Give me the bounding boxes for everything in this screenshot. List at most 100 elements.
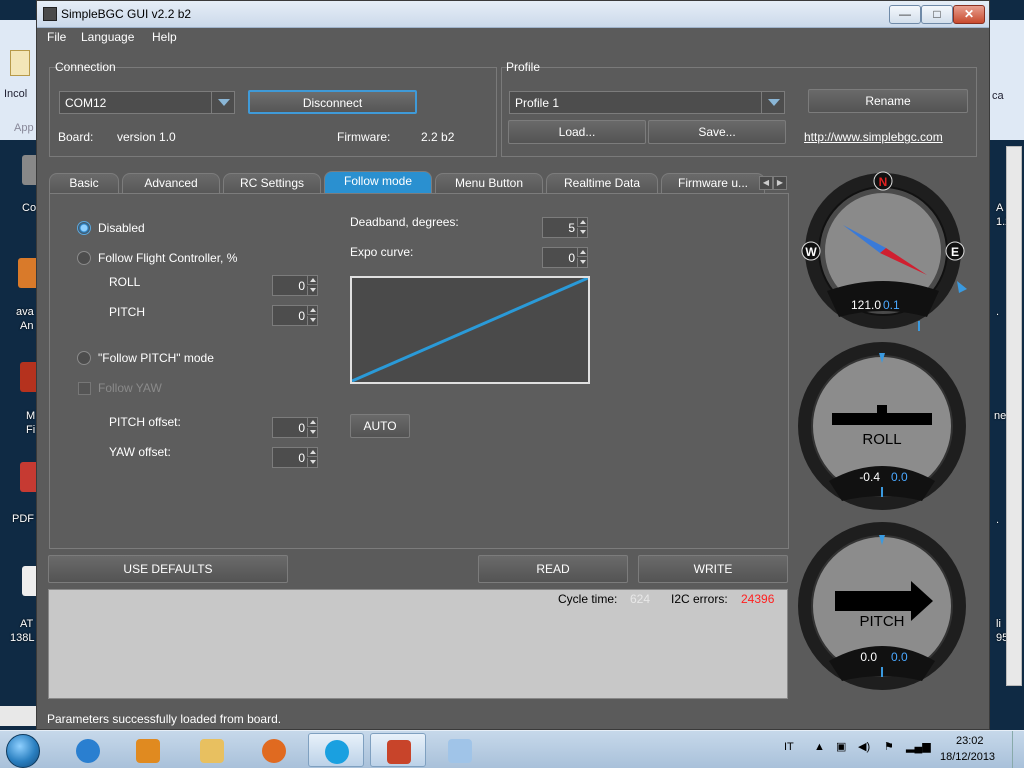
spin-down-icon[interactable] bbox=[307, 316, 317, 325]
chevron-down-icon[interactable] bbox=[761, 92, 784, 113]
tab-realtime-data[interactable]: Realtime Data bbox=[546, 173, 658, 193]
taskbar-app[interactable] bbox=[432, 733, 488, 767]
rename-button[interactable]: Rename bbox=[808, 89, 968, 113]
read-button[interactable]: READ bbox=[478, 555, 628, 583]
spin-up-icon[interactable] bbox=[307, 306, 317, 315]
close-button[interactable]: ✕ bbox=[953, 5, 985, 24]
taskbar-app[interactable] bbox=[60, 733, 116, 767]
desktop-icon-label: AT bbox=[20, 618, 34, 630]
pitch-spinner[interactable]: 0 bbox=[272, 305, 318, 326]
paint-icon bbox=[448, 739, 472, 763]
spin-down-icon[interactable] bbox=[307, 428, 317, 437]
tab-advanced[interactable]: Advanced bbox=[122, 173, 220, 193]
profile-select[interactable]: Profile 1 bbox=[509, 91, 785, 114]
follow-yaw-checkbox[interactable] bbox=[78, 382, 91, 395]
pitch-gauge: PITCH 0.0 0.0 bbox=[798, 522, 966, 690]
log-panel[interactable]: Cycle time: 624 I2C errors: 24396 bbox=[48, 589, 788, 699]
minimize-button[interactable]: — bbox=[889, 5, 921, 24]
background-ribbon-left: Incol App bbox=[0, 20, 38, 140]
background-window-hscroll[interactable] bbox=[0, 706, 38, 726]
clock-date[interactable]: 18/12/2013 bbox=[940, 751, 995, 763]
language-indicator[interactable]: IT bbox=[784, 741, 794, 753]
yaw-rate: 0.1 bbox=[883, 298, 900, 312]
maximize-button[interactable]: □ bbox=[921, 5, 953, 24]
write-button[interactable]: WRITE bbox=[638, 555, 788, 583]
spin-up-icon[interactable] bbox=[307, 276, 317, 285]
load-button[interactable]: Load... bbox=[508, 120, 646, 144]
taskbar-app[interactable] bbox=[370, 733, 426, 767]
start-button[interactable] bbox=[6, 734, 40, 768]
network-tray-icon[interactable]: ▣ bbox=[836, 740, 846, 753]
java-icon bbox=[387, 740, 411, 764]
use-defaults-button[interactable]: USE DEFAULTS bbox=[48, 555, 288, 583]
spin-up-icon[interactable] bbox=[577, 218, 587, 227]
spin-down-icon[interactable] bbox=[577, 228, 587, 237]
roll-spinner[interactable]: 0 bbox=[272, 275, 318, 296]
taskbar-app[interactable] bbox=[308, 733, 364, 767]
tab-basic[interactable]: Basic bbox=[49, 173, 119, 193]
deadband-label: Deadband, degrees: bbox=[350, 215, 459, 229]
yaw-compass-gauge: N W E 121.0 0.1 bbox=[801, 171, 967, 331]
expo-spinner[interactable]: 0 bbox=[542, 247, 588, 268]
radio-follow-fc[interactable] bbox=[77, 251, 91, 265]
tab-scroll-left-icon[interactable]: ◀ bbox=[759, 176, 773, 190]
clock-time[interactable]: 23:02 bbox=[956, 735, 984, 747]
menu-help[interactable]: Help bbox=[152, 30, 177, 44]
expo-curve-line bbox=[351, 276, 589, 383]
tab-firmware-upgrade[interactable]: Firmware u... bbox=[661, 173, 765, 193]
taskbar-app[interactable] bbox=[184, 733, 240, 767]
website-link[interactable]: http://www.simplebgc.com bbox=[804, 130, 943, 144]
firmware-version: 2.2 b2 bbox=[421, 130, 455, 144]
disabled-label: Disabled bbox=[98, 221, 145, 235]
profile-value: Profile 1 bbox=[515, 96, 560, 110]
tab-menu-button[interactable]: Menu Button bbox=[435, 173, 543, 193]
volume-icon[interactable]: ◀) bbox=[858, 740, 870, 753]
radio-disabled[interactable] bbox=[77, 221, 91, 235]
taskbar-app[interactable] bbox=[120, 733, 176, 767]
taskbar-app[interactable] bbox=[246, 733, 302, 767]
auto-button[interactable]: AUTO bbox=[350, 414, 410, 438]
deadband-value: 5 bbox=[568, 221, 575, 235]
background-window-scrollbar[interactable] bbox=[1006, 146, 1022, 686]
save-button[interactable]: Save... bbox=[648, 120, 786, 144]
window-title: SimpleBGC GUI v2.2 b2 bbox=[61, 7, 192, 21]
tab-follow-mode[interactable]: Follow mode bbox=[324, 171, 432, 193]
roll-gauge: ROLL -0.4 0.0 bbox=[798, 342, 966, 510]
desktop-icon-label: Co bbox=[22, 202, 37, 214]
menu-language[interactable]: Language bbox=[81, 30, 134, 44]
roll-value: 0 bbox=[298, 279, 305, 293]
show-desktop-button[interactable] bbox=[1012, 731, 1024, 768]
desktop-icon-label: . bbox=[996, 306, 1000, 318]
pitch-offset-spinner[interactable]: 0 bbox=[272, 417, 318, 438]
deadband-spinner[interactable]: 5 bbox=[542, 217, 588, 238]
spin-up-icon[interactable] bbox=[307, 418, 317, 427]
flag-icon[interactable]: ⚑ bbox=[884, 740, 894, 753]
title-bar[interactable]: SimpleBGC GUI v2.2 b2 — □ ✕ bbox=[37, 1, 989, 28]
spin-down-icon[interactable] bbox=[577, 258, 587, 267]
signal-icon[interactable]: ▂▄▆ bbox=[906, 740, 931, 753]
chevron-up-icon[interactable]: ▲ bbox=[814, 741, 825, 753]
roll-angle: -0.4 bbox=[859, 470, 880, 484]
app-window: SimpleBGC GUI v2.2 b2 — □ ✕ File Languag… bbox=[36, 0, 990, 730]
tab-rc-settings[interactable]: RC Settings bbox=[223, 173, 321, 193]
yaw-offset-spinner[interactable]: 0 bbox=[272, 447, 318, 468]
tab-scroll-right-icon[interactable]: ▶ bbox=[773, 176, 787, 190]
desktop-icon-label: Fi bbox=[26, 424, 36, 436]
i2c-errors-value: 24396 bbox=[741, 592, 775, 606]
cycle-time-label: Cycle time: bbox=[558, 592, 618, 606]
desktop-icon-label: A bbox=[996, 202, 1004, 214]
port-select[interactable]: COM12 bbox=[59, 91, 235, 114]
spin-up-icon[interactable] bbox=[577, 248, 587, 257]
expo-curve-svg bbox=[351, 276, 589, 383]
status-bar: Parameters successfully loaded from boar… bbox=[37, 707, 989, 729]
spin-down-icon[interactable] bbox=[307, 286, 317, 295]
north-label: N bbox=[879, 175, 888, 189]
menu-file[interactable]: File bbox=[47, 30, 66, 44]
west-label: W bbox=[805, 245, 817, 259]
disconnect-button[interactable]: Disconnect bbox=[248, 90, 417, 114]
spin-down-icon[interactable] bbox=[307, 458, 317, 467]
spin-up-icon[interactable] bbox=[307, 448, 317, 457]
chevron-down-icon[interactable] bbox=[211, 92, 234, 113]
yaw-angle: 121.0 bbox=[851, 298, 881, 312]
radio-follow-pitch[interactable] bbox=[77, 351, 91, 365]
